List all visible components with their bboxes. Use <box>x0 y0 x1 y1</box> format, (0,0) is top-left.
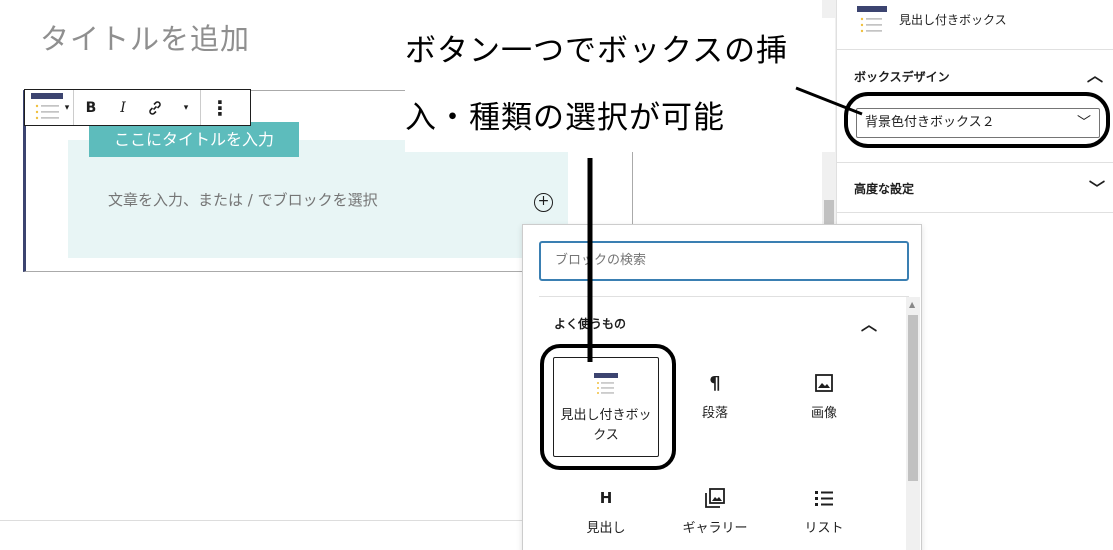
annotation-marks <box>540 86 1110 470</box>
annotation-highlight-select <box>844 92 1110 148</box>
annotation-highlight-block <box>540 344 676 470</box>
